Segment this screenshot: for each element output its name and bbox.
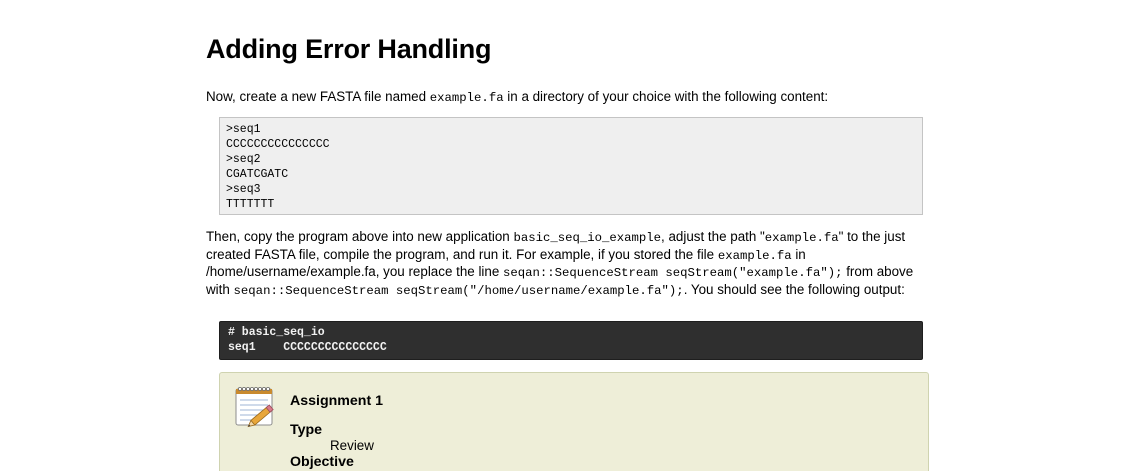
code-line: CCCCCCCCCCCCCCC [226, 137, 330, 151]
code-line: TTTTTTT [226, 197, 275, 211]
para2-text: , you replace the line [375, 264, 504, 279]
objective-label: Objective [290, 454, 354, 470]
intro-paragraph: Now, create a new FASTA file named examp… [206, 89, 931, 107]
page-title: Adding Error Handling [206, 34, 492, 64]
type-value: Review [330, 438, 374, 453]
notepad-pencil-icon [235, 387, 274, 428]
para2-text: Then, copy the program above into new ap… [206, 229, 514, 244]
para2-text: in [791, 246, 806, 262]
para1-text-before: Now, create a new FASTA file named [206, 89, 430, 104]
assignment-title: Assignment 1 [290, 393, 384, 409]
inline-code: seqan::SequenceStream seqStream("/home/u… [233, 283, 684, 298]
type-label: Type [290, 422, 323, 438]
console-line: seq1 CCCCCCCCCCCCCCC [228, 340, 387, 354]
para1-text-after: in a directory of your choice with the f… [503, 89, 829, 104]
inline-code: example.fa [764, 231, 839, 245]
inline-code-filename: example.fa [429, 91, 504, 105]
code-line: >seq3 [226, 182, 261, 196]
para2-text: , adjust the path " [661, 229, 765, 244]
inline-code: example.fa [717, 248, 792, 263]
inline-code: seqan::SequenceStream seqStream("example… [503, 266, 843, 280]
code-line: >seq1 [226, 123, 261, 136]
console-line: # basic_seq_io [228, 326, 325, 339]
inline-code: basic_seq_io_example [513, 231, 662, 245]
fasta-code-block: >seq1 CCCCCCCCCCCCCCC >seq2 CGATCGATC >s… [219, 117, 923, 215]
code-line: CGATCGATC [226, 167, 289, 181]
assignment-box: Assignment 1 Type Review Objective [219, 372, 929, 471]
console-output-block: # basic_seq_io seq1 CCCCCCCCCCCCCCC [219, 321, 923, 360]
para2-text: . You should see the following output: [683, 281, 905, 297]
code-line: >seq2 [226, 152, 261, 166]
instructions-paragraph: Then, copy the program above into new ap… [206, 229, 931, 299]
path-text: /home/username/example.fa [206, 264, 376, 279]
